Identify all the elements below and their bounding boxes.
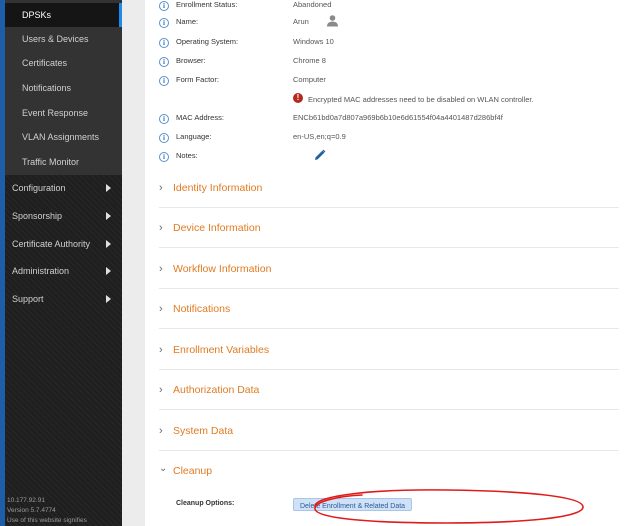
field-value: Windows 10 — [293, 37, 334, 46]
chevron-right-icon: › — [159, 182, 163, 194]
section-device-information[interactable]: › Device Information — [159, 219, 619, 239]
chevron-right-icon: › — [159, 263, 163, 275]
sidebar-item-certificate-authority[interactable]: Certificate Authority — [5, 231, 122, 257]
warning-text: Encrypted MAC addresses need to be disab… — [308, 95, 534, 104]
field-value: Abandoned — [293, 0, 332, 9]
footer-ip: 10.177.92.91 — [7, 497, 45, 504]
section-title: Cleanup — [173, 465, 213, 477]
detail-name: i Name: Arun — [159, 15, 619, 31]
chevron-right-icon: › — [159, 344, 163, 356]
section-system-data[interactable]: › System Data — [159, 422, 619, 442]
caret-right-icon — [106, 295, 111, 303]
field-label: Form Factor: — [176, 75, 219, 84]
section-title: Notifications — [173, 303, 231, 315]
sidebar-submenu: DPSKs Users & Devices Certificates Notif… — [5, 0, 122, 175]
divider — [159, 450, 619, 451]
field-label: Notes: — [176, 151, 198, 160]
divider — [159, 369, 619, 370]
field-value: Arun — [293, 17, 309, 26]
section-title: Enrollment Variables — [173, 344, 270, 356]
chevron-right-icon: › — [159, 222, 163, 234]
caret-right-icon — [106, 267, 111, 275]
detail-mac-address: i MAC Address: ENCb61bd0a7d807a969b6b10e… — [159, 113, 619, 127]
section-title: Workflow Information — [173, 263, 272, 275]
caret-right-icon — [106, 240, 111, 248]
sidebar-item-certificates[interactable]: Certificates — [5, 51, 122, 75]
footer-version: Version 5.7.4774 — [7, 507, 56, 514]
sidebar-item-label: Configuration — [12, 183, 66, 193]
field-label: MAC Address: — [176, 113, 224, 122]
info-icon[interactable]: i — [159, 57, 169, 67]
detail-notes: i Notes: — [159, 149, 619, 165]
detail-enrollment-status: i Enrollment Status: Abandoned — [159, 0, 619, 14]
mac-encryption-warning: ! Encrypted MAC addresses need to be dis… — [159, 93, 619, 109]
field-value: ENCb61bd0a7d807a969b6b10e6d61554f04a4401… — [293, 113, 503, 122]
field-label: Operating System: — [176, 37, 239, 46]
sidebar-item-label: Sponsorship — [12, 211, 63, 221]
sidebar-item-support[interactable]: Support — [5, 286, 122, 312]
field-label: Language: — [176, 132, 212, 141]
detail-browser: i Browser: Chrome 8 — [159, 56, 619, 70]
chevron-down-icon: ⌄ — [159, 463, 168, 474]
chevron-right-icon: › — [159, 425, 163, 437]
section-authorization-data[interactable]: › Authorization Data — [159, 381, 619, 401]
chevron-right-icon: › — [159, 384, 163, 396]
detail-form-factor: i Form Factor: Computer — [159, 75, 619, 89]
caret-right-icon — [106, 212, 111, 220]
user-icon — [327, 15, 338, 27]
red-annotation-circle — [314, 489, 584, 524]
cleanup-options-label: Cleanup Options: — [176, 500, 235, 507]
alert-icon: ! — [293, 93, 303, 103]
field-label: Name: — [176, 17, 199, 26]
detail-operating-system: i Operating System: Windows 10 — [159, 37, 619, 51]
divider — [159, 328, 619, 329]
sidebar-item-label: Support — [12, 294, 44, 304]
section-enrollment-variables[interactable]: › Enrollment Variables — [159, 341, 619, 361]
caret-right-icon — [106, 184, 111, 192]
section-cleanup[interactable]: ⌄ Cleanup — [159, 462, 619, 482]
sidebar-item-vlan-assignments[interactable]: VLAN Assignments — [5, 125, 122, 149]
edit-pencil-icon[interactable] — [314, 149, 326, 161]
divider — [159, 409, 619, 410]
sidebar-item-configuration[interactable]: Configuration — [5, 175, 122, 201]
section-title: Identity Information — [173, 182, 263, 194]
info-icon[interactable]: i — [159, 76, 169, 86]
sidebar-item-label: Certificate Authority — [12, 239, 91, 249]
info-icon[interactable]: i — [159, 152, 169, 162]
field-value: en-US,en;q=0.9 — [293, 132, 346, 141]
section-title: System Data — [173, 425, 234, 437]
section-title: Device Information — [173, 222, 261, 234]
sidebar-item-notifications[interactable]: Notifications — [5, 76, 122, 100]
field-label: Browser: — [176, 56, 206, 65]
info-icon[interactable]: i — [159, 114, 169, 124]
section-title: Authorization Data — [173, 384, 260, 396]
sidebar-item-dpsks[interactable]: DPSKs — [5, 3, 122, 27]
sidebar-item-administration[interactable]: Administration — [5, 258, 122, 284]
sidebar-item-traffic-monitor[interactable]: Traffic Monitor — [5, 150, 122, 174]
sidebar-item-label: Administration — [12, 266, 70, 276]
sidebar-item-sponsorship[interactable]: Sponsorship — [5, 203, 122, 229]
footer-notice: Use of this website signifies — [7, 517, 87, 524]
info-icon[interactable]: i — [159, 38, 169, 48]
section-identity-information[interactable]: › Identity Information — [159, 179, 619, 199]
info-icon[interactable]: i — [159, 1, 169, 11]
divider — [159, 288, 619, 289]
sidebar: DPSKs Users & Devices Certificates Notif… — [0, 0, 122, 526]
sidebar-item-event-response[interactable]: Event Response — [5, 101, 122, 125]
field-value: Computer — [293, 75, 326, 84]
chevron-right-icon: › — [159, 303, 163, 315]
section-workflow-information[interactable]: › Workflow Information — [159, 260, 619, 280]
detail-language: i Language: en-US,en;q=0.9 — [159, 132, 619, 146]
field-label: Enrollment Status: — [176, 0, 238, 9]
section-notifications[interactable]: › Notifications — [159, 300, 619, 320]
field-value: Chrome 8 — [293, 56, 326, 65]
divider — [159, 247, 619, 248]
sidebar-item-users-devices[interactable]: Users & Devices — [5, 27, 122, 51]
info-icon[interactable]: i — [159, 18, 169, 28]
info-icon[interactable]: i — [159, 133, 169, 143]
divider — [159, 207, 619, 208]
main-content: i Enrollment Status: Abandoned i Name: A… — [145, 0, 624, 526]
